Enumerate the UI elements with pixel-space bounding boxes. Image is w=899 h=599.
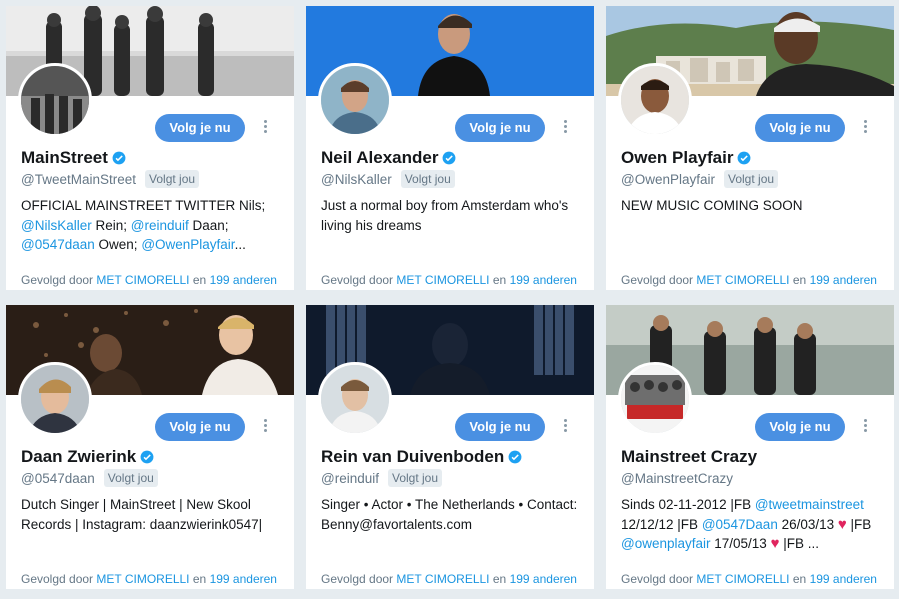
bio-text: ... bbox=[234, 237, 246, 252]
user-handle[interactable]: @0547daan bbox=[21, 471, 95, 486]
display-name[interactable]: Neil Alexander bbox=[321, 148, 438, 168]
followed-by-user-link[interactable]: MET CIMORELLI bbox=[396, 572, 489, 586]
user-bio: NEW MUSIC COMING SOON bbox=[621, 196, 883, 216]
more-options-icon[interactable] bbox=[862, 419, 868, 435]
more-options-icon[interactable] bbox=[262, 419, 268, 435]
bio-text: Sinds 02-11-2012 |FB bbox=[621, 497, 755, 512]
avatar[interactable] bbox=[618, 63, 692, 137]
display-name[interactable]: Rein van Duivenboden bbox=[321, 447, 504, 467]
follow-button[interactable]: Volg je nu bbox=[155, 413, 245, 441]
followed-by-user-link[interactable]: MET CIMORELLI bbox=[96, 273, 189, 287]
avatar[interactable] bbox=[318, 362, 392, 436]
mention-link[interactable]: @0547Daan bbox=[702, 517, 778, 532]
more-options-icon[interactable] bbox=[262, 120, 268, 136]
bio-text: Dutch Singer | MainStreet | New Skool Re… bbox=[21, 497, 263, 532]
follows-you-badge: Volgt jou bbox=[145, 170, 200, 188]
followed-by-others-link[interactable]: 199 anderen bbox=[510, 572, 577, 586]
followed-by-others-link[interactable]: 199 anderen bbox=[210, 273, 277, 287]
bio-text: 12/12/12 |FB bbox=[621, 516, 702, 532]
user-handle[interactable]: @OwenPlayfair bbox=[621, 172, 715, 187]
bio-text: |FB bbox=[846, 516, 872, 532]
user-bio: Sinds 02-11-2012 |FB @tweetmainstreet 12… bbox=[621, 495, 883, 554]
mention-link[interactable]: @owenplayfair bbox=[621, 536, 711, 551]
follows-you-badge: Volgt jou bbox=[387, 469, 443, 487]
user-card[interactable]: Volg je nu Daan Zwierink @0547daan Volgt… bbox=[6, 305, 294, 589]
bio-text: Singer • Actor • The Netherlands • Conta… bbox=[321, 497, 578, 532]
follow-button[interactable]: Volg je nu bbox=[755, 413, 845, 441]
user-card[interactable]: Volg je nu Rein van Duivenboden @reindui… bbox=[306, 305, 594, 589]
mention-link[interactable]: @reinduif bbox=[131, 218, 189, 233]
bio-text: Daan; bbox=[188, 217, 229, 233]
user-card[interactable]: Volg je nu MainStreet @TweetMainStreet V… bbox=[6, 6, 294, 290]
user-handle[interactable]: @NilsKaller bbox=[321, 172, 392, 187]
user-handle[interactable]: @MainstreetCrazy bbox=[621, 471, 733, 486]
followed-by-text: Gevolgd door MET CIMORELLI en 199 andere… bbox=[321, 572, 577, 586]
user-handle[interactable]: @TweetMainStreet bbox=[21, 172, 136, 187]
display-name[interactable]: Daan Zwierink bbox=[21, 447, 136, 467]
followed-by-others-link[interactable]: 199 anderen bbox=[810, 273, 877, 287]
bio-text: Rein; bbox=[91, 217, 131, 233]
avatar[interactable] bbox=[318, 63, 392, 137]
verified-badge-icon bbox=[738, 151, 751, 165]
mention-link[interactable]: @NilsKaller bbox=[21, 218, 92, 233]
followed-by-others-link[interactable]: 199 anderen bbox=[810, 572, 877, 586]
mention-link[interactable]: @tweetmainstreet bbox=[755, 497, 864, 512]
avatar[interactable] bbox=[618, 362, 692, 436]
followed-by-user-link[interactable]: MET CIMORELLI bbox=[396, 273, 489, 287]
user-handle[interactable]: @reinduif bbox=[321, 471, 379, 486]
user-bio: Dutch Singer | MainStreet | New Skool Re… bbox=[21, 495, 283, 534]
bio-text: |FB ... bbox=[779, 536, 819, 551]
display-name[interactable]: Owen Playfair bbox=[621, 148, 733, 168]
verified-badge-icon bbox=[443, 151, 456, 165]
bio-text: OFFICIAL MAINSTREET TWITTER Nils; bbox=[21, 198, 266, 213]
bio-text: NEW MUSIC COMING SOON bbox=[621, 198, 803, 213]
bio-text: 26/03/13 bbox=[777, 516, 838, 532]
display-name[interactable]: Mainstreet Crazy bbox=[621, 447, 757, 467]
display-name[interactable]: MainStreet bbox=[21, 148, 108, 168]
mention-link[interactable]: @0547daan bbox=[21, 237, 95, 252]
verified-badge-icon bbox=[140, 450, 154, 464]
user-card[interactable]: Volg je nu Owen Playfair @OwenPlayfair V… bbox=[606, 6, 894, 290]
followed-by-others-link[interactable]: 199 anderen bbox=[210, 572, 277, 586]
avatar[interactable] bbox=[18, 362, 92, 436]
more-options-icon[interactable] bbox=[562, 419, 568, 435]
followed-by-text: Gevolgd door MET CIMORELLI en 199 andere… bbox=[321, 273, 577, 287]
bio-text: Just a normal boy from Amsterdam who's l… bbox=[321, 198, 569, 233]
follows-you-badge: Volgt jou bbox=[724, 170, 779, 188]
more-options-icon[interactable] bbox=[862, 120, 868, 136]
follow-button[interactable]: Volg je nu bbox=[755, 114, 845, 142]
verified-badge-icon bbox=[508, 450, 522, 464]
follow-button[interactable]: Volg je nu bbox=[155, 114, 245, 142]
follows-you-badge: Volgt jou bbox=[400, 170, 455, 188]
avatar[interactable] bbox=[18, 63, 92, 137]
follow-button[interactable]: Volg je nu bbox=[455, 114, 545, 142]
more-options-icon[interactable] bbox=[562, 120, 568, 136]
follow-button[interactable]: Volg je nu bbox=[455, 413, 545, 441]
mention-link[interactable]: @OwenPlayfair bbox=[141, 237, 234, 252]
user-bio: Just a normal boy from Amsterdam who's l… bbox=[321, 196, 583, 235]
user-card[interactable]: Volg je nu Mainstreet Crazy @MainstreetC… bbox=[606, 305, 894, 589]
bio-text: 17/05/13 bbox=[710, 536, 771, 551]
followed-by-text: Gevolgd door MET CIMORELLI en 199 andere… bbox=[621, 572, 877, 586]
followed-by-others-link[interactable]: 199 anderen bbox=[510, 273, 577, 287]
followed-by-user-link[interactable]: MET CIMORELLI bbox=[696, 572, 789, 586]
followed-by-text: Gevolgd door MET CIMORELLI en 199 andere… bbox=[21, 273, 277, 287]
follows-you-badge: Volgt jou bbox=[103, 469, 158, 487]
followed-by-user-link[interactable]: MET CIMORELLI bbox=[696, 273, 789, 287]
followed-by-text: Gevolgd door MET CIMORELLI en 199 andere… bbox=[21, 572, 277, 586]
followed-by-user-link[interactable]: MET CIMORELLI bbox=[96, 572, 189, 586]
bio-text: Owen; bbox=[94, 237, 142, 252]
user-bio: Singer • Actor • The Netherlands • Conta… bbox=[321, 495, 583, 534]
heart-icon: ♥ bbox=[837, 515, 847, 533]
followed-by-text: Gevolgd door MET CIMORELLI en 199 andere… bbox=[621, 273, 877, 287]
verified-badge-icon bbox=[112, 151, 126, 165]
user-bio: OFFICIAL MAINSTREET TWITTER Nils; @NilsK… bbox=[21, 196, 283, 255]
user-card[interactable]: Volg je nu Neil Alexander @NilsKaller Vo… bbox=[306, 6, 594, 290]
